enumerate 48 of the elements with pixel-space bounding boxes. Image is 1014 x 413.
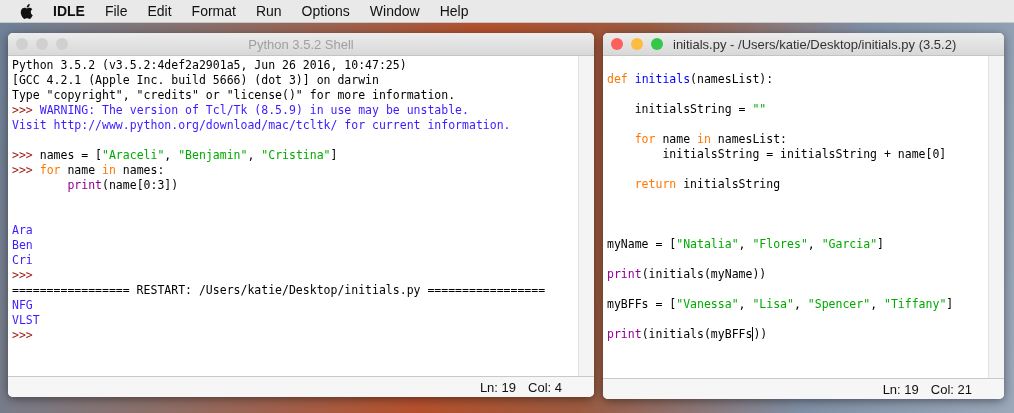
code-line: VLST (12, 313, 40, 328)
code-line: >>> (12, 328, 33, 343)
scrollbar-track[interactable] (578, 56, 594, 376)
zoom-button[interactable] (651, 38, 663, 50)
code-line: >>> (12, 268, 33, 283)
close-button[interactable] (611, 38, 623, 50)
code-line: initialsString = initialsString + name[0] (661, 147, 947, 162)
window-title: Python 3.5.2 Shell (247, 36, 355, 52)
code-line: return initialsString (633, 177, 781, 192)
code-line: NFG (12, 298, 33, 313)
column-number-status: Col: 4 (528, 379, 562, 395)
line-number-status: Ln: 19 (479, 379, 517, 395)
code-line: >>> for name in names: (12, 163, 165, 178)
code-line: Visit http://www.python.org/download/mac/tcltk/ for current information. (12, 118, 511, 133)
minimize-button[interactable] (631, 38, 643, 50)
code-line: Type "copyright", "credits" or "license()" for more information. (12, 88, 456, 103)
apple-logo-icon[interactable] (20, 3, 33, 19)
window-title: initials.py - /Users/katie/Desktop/initials.py (3.5.2) (672, 36, 958, 52)
code-line: ================= RESTART: /Users/katie/Desktop/initials.py ================= (12, 283, 546, 298)
code-line: for name in namesList: (633, 132, 788, 147)
code-line: myName = ["Natalia", "Flores", "Garcia"] (607, 237, 884, 252)
scrollbar-track[interactable] (988, 56, 1004, 378)
code-line: myBFFs = ["Vanessa", "Lisa", "Spencer", "Tiffany"] (607, 297, 954, 312)
menu-item[interactable]: Edit (147, 3, 172, 19)
menu-item[interactable]: File (104, 3, 128, 19)
menu-item[interactable]: Run (255, 3, 282, 19)
code-line: Ben (12, 238, 33, 253)
minimize-button[interactable] (36, 38, 48, 50)
app-menu[interactable]: IDLE (53, 3, 85, 19)
code-line: >>> names = ["Araceli", "Benjamin", "Cristina"] (12, 148, 338, 163)
menu-item[interactable]: Options (301, 3, 350, 19)
code-line: initialsString = "" (633, 102, 767, 117)
menu-item[interactable]: Window (369, 3, 420, 19)
line-number-status: Ln: 19 (882, 381, 919, 397)
code-line: print(initials(myName)) (607, 267, 767, 282)
code-line: Python 3.5.2 (v3.5.2:4def2a2901a5, Jun 26 2016, 10:47:25) (12, 58, 407, 73)
code-line: print(name[0:3]) (66, 178, 179, 193)
menu-item[interactable]: Help (439, 3, 469, 19)
code-line: Ara (12, 223, 33, 238)
code-line: [GCC 4.2.1 (Apple Inc. build 5666) (dot 3)] on darwin (12, 73, 379, 88)
code-line: Cri (12, 253, 33, 268)
code-line: def initials(namesList): (607, 72, 774, 87)
code-line: print(initials(myBFFs)) (607, 327, 768, 342)
code-line: >>> WARNING: The version of Tcl/Tk (8.5.9) in use may be unstable. (12, 103, 469, 118)
column-number-status: Col: 21 (930, 381, 972, 397)
close-button[interactable] (16, 38, 28, 50)
zoom-button[interactable] (56, 38, 68, 50)
menu-item[interactable]: Format (191, 3, 236, 19)
